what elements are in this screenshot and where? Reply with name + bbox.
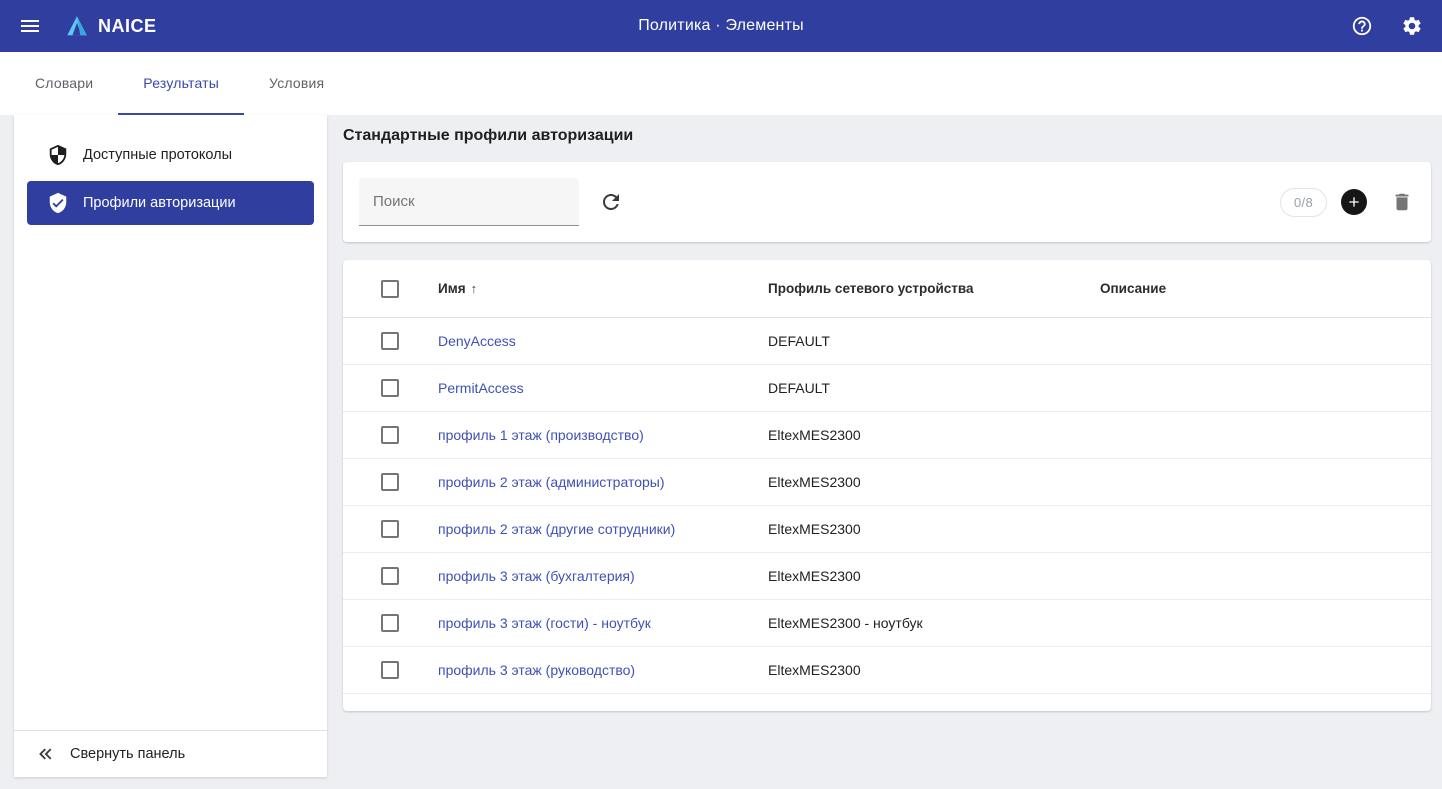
tab-conditions[interactable]: Условия [244,52,349,115]
table-row: профиль 2 этаж (администраторы) EltexMES… [343,459,1431,506]
row-checkbox[interactable] [381,426,399,444]
table-row: профиль 1 этаж (производство) EltexMES23… [343,412,1431,459]
page-title: Политика · Элементы [638,17,804,35]
search-field [359,178,579,226]
table-body: DenyAccess DEFAULT PermitAccess DEFAULT … [343,318,1431,694]
sidebar-item-label: Доступные протоколы [83,147,232,163]
table-row: профиль 2 этаж (другие сотрудники) Eltex… [343,506,1431,553]
row-device-profile: EltexMES2300 [768,662,1100,678]
row-name-link[interactable]: профиль 2 этаж (другие сотрудники) [438,521,675,537]
row-checkbox[interactable] [381,661,399,679]
row-checkbox[interactable] [381,379,399,397]
table-row: DenyAccess DEFAULT [343,318,1431,365]
row-name-link[interactable]: профиль 3 этаж (бухгалтерия) [438,568,635,584]
row-checkbox[interactable] [381,567,399,585]
row-checkbox[interactable] [381,473,399,491]
column-header-name-label: Имя [438,281,466,296]
select-all-checkbox[interactable] [381,280,399,298]
naice-logo-icon [64,13,90,39]
tab-dictionaries[interactable]: Словари [10,52,118,115]
profiles-table: Имя ↑ Профиль сетевого устройства Описани… [343,260,1431,711]
table-header-row: Имя ↑ Профиль сетевого устройства Описани… [343,260,1431,318]
row-device-profile: DEFAULT [768,380,1100,396]
verified-user-shield-icon [47,192,69,214]
row-name-link[interactable]: профиль 3 этаж (гости) - ноутбук [438,615,651,631]
sidebar-item-authorization-profiles[interactable]: Профили авторизации [27,181,314,225]
add-button[interactable] [1341,189,1367,215]
row-checkbox[interactable] [381,520,399,538]
table-row: профиль 3 этаж (руководство) EltexMES230… [343,647,1431,694]
row-checkbox[interactable] [381,332,399,350]
row-name-link[interactable]: профиль 2 этаж (администраторы) [438,474,665,490]
row-name-link[interactable]: PermitAccess [438,380,524,396]
menu-icon[interactable] [18,14,42,38]
column-header-device-profile[interactable]: Профиль сетевого устройства [768,281,1100,296]
row-device-profile: EltexMES2300 [768,521,1100,537]
row-device-profile: EltexMES2300 [768,568,1100,584]
table-row: профиль 3 этаж (бухгалтерия) EltexMES230… [343,553,1431,600]
row-device-profile: EltexMES2300 [768,427,1100,443]
sidebar: Доступные протоколы Профили авторизации … [14,115,327,777]
double-chevron-left-icon [34,743,56,765]
tab-results[interactable]: Результаты [118,52,244,115]
tabbar: Словари Результаты Условия [0,52,1442,115]
row-name-link[interactable]: DenyAccess [438,333,516,349]
sidebar-item-available-protocols[interactable]: Доступные протоколы [27,133,314,177]
security-shield-icon [47,144,69,166]
row-device-profile: DEFAULT [768,333,1100,349]
brand: NAICE [64,13,157,39]
refresh-icon[interactable] [597,188,625,216]
section-title: Стандартные профили авторизации [343,127,1431,145]
delete-icon[interactable] [1389,189,1415,215]
toolbar: 0/8 [343,162,1431,242]
row-checkbox[interactable] [381,614,399,632]
row-device-profile: EltexMES2300 [768,474,1100,490]
table-row: профиль 3 этаж (гости) - ноутбук EltexME… [343,600,1431,647]
sort-asc-icon: ↑ [471,281,478,296]
settings-gear-icon[interactable] [1400,14,1424,38]
sidebar-item-label: Профили авторизации [83,195,236,211]
collapse-panel-label: Свернуть панель [70,746,185,762]
search-input[interactable] [371,192,567,211]
row-name-link[interactable]: профиль 3 этаж (руководство) [438,662,635,678]
row-name-link[interactable]: профиль 1 этаж (производство) [438,427,644,443]
column-header-name[interactable]: Имя ↑ [438,281,768,296]
brand-name: NAICE [98,16,157,37]
table-row: PermitAccess DEFAULT [343,365,1431,412]
appbar: NAICE Политика · Элементы [0,0,1442,52]
collapse-panel-button[interactable]: Свернуть панель [14,730,327,777]
selection-count-badge: 0/8 [1280,188,1327,217]
row-device-profile: EltexMES2300 - ноутбук [768,615,1100,631]
help-icon[interactable] [1350,14,1374,38]
column-header-description[interactable]: Описание [1100,281,1431,296]
